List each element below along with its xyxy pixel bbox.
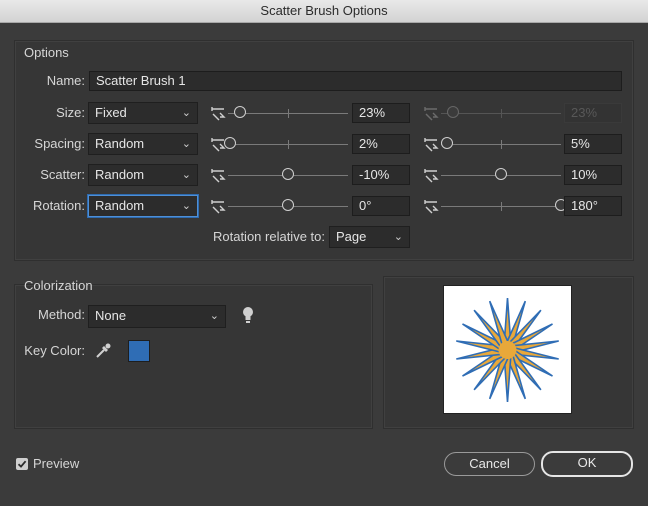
rotation-slider-1[interactable]: [228, 199, 348, 213]
method-label: Method:: [38, 307, 85, 322]
slider-knob[interactable]: [234, 106, 246, 118]
chevron-down-icon: ⌄: [393, 231, 403, 243]
scatter-star-art: [456, 297, 559, 403]
rotation-method-select[interactable]: Random ⌄: [88, 195, 198, 217]
spacing-value-2[interactable]: 5%: [564, 134, 622, 154]
cancel-button[interactable]: Cancel: [444, 452, 535, 476]
size-value-2: 23%: [564, 103, 622, 123]
name-label: Name:: [46, 73, 85, 88]
slider-knob: [447, 106, 459, 118]
pressure-icon[interactable]: [210, 167, 226, 183]
chevron-down-icon: ⌄: [181, 200, 191, 212]
method-select[interactable]: None ⌄: [88, 305, 226, 328]
colorization-section-title: Colorization: [24, 278, 93, 293]
rotation-value-1[interactable]: 0°: [352, 196, 410, 216]
size-method-value: Fixed: [95, 105, 127, 120]
name-field[interactable]: Scatter Brush 1: [89, 71, 622, 91]
slider-knob[interactable]: [224, 137, 237, 149]
pressure-icon[interactable]: [423, 136, 439, 152]
lightbulb-icon[interactable]: [241, 306, 255, 324]
rotation-relative-label: Rotation relative to:: [212, 229, 325, 244]
scatter-method-select[interactable]: Random ⌄: [88, 164, 198, 186]
slider-knob[interactable]: [282, 199, 294, 211]
chevron-down-icon: ⌄: [181, 138, 191, 150]
pressure-icon[interactable]: [423, 105, 439, 121]
spacing-slider-1[interactable]: [224, 137, 348, 151]
spacing-slider-2[interactable]: [441, 137, 561, 151]
pressure-icon[interactable]: [210, 198, 226, 214]
rotation-relative-select[interactable]: Page ⌄: [329, 226, 410, 248]
slider-tick: [288, 140, 289, 149]
key-color-label: Key Color:: [24, 343, 85, 358]
slider-tick: [501, 140, 502, 149]
rotation-slider-2[interactable]: [441, 199, 567, 213]
rotation-label: Rotation:: [32, 198, 85, 213]
scatter-label: Scatter:: [40, 167, 85, 182]
pressure-icon[interactable]: [423, 198, 439, 214]
pressure-icon[interactable]: [423, 167, 439, 183]
checkmark-icon: [17, 460, 27, 468]
preview-label: Preview: [33, 456, 80, 471]
chevron-down-icon: ⌄: [181, 107, 191, 119]
preview-checkbox[interactable]: [16, 458, 28, 470]
options-section-title: Options: [24, 45, 69, 60]
rotation-relative-value: Page: [336, 229, 367, 244]
preview-canvas: [443, 285, 572, 414]
ok-button[interactable]: OK: [541, 451, 633, 477]
slider-knob[interactable]: [282, 168, 294, 180]
slider-knob[interactable]: [441, 137, 453, 149]
chevron-down-icon: ⌄: [209, 310, 219, 322]
spacing-method-value: Random: [95, 136, 145, 151]
scatter-value-1[interactable]: -10%: [352, 165, 410, 185]
scatter-slider-2[interactable]: [441, 168, 561, 182]
spacing-label: Spacing:: [34, 136, 85, 151]
slider-tick: [501, 109, 502, 118]
rotation-value-2[interactable]: 180°: [564, 196, 622, 216]
spacing-value-1[interactable]: 2%: [352, 134, 410, 154]
window-title: Scatter Brush Options: [260, 3, 388, 18]
slider-tick: [288, 109, 289, 118]
spacing-method-select[interactable]: Random ⌄: [88, 133, 198, 155]
scatter-value-2[interactable]: 10%: [564, 165, 622, 185]
eyedropper-icon[interactable]: [94, 342, 112, 360]
window-titlebar: Scatter Brush Options: [0, 0, 648, 23]
scatter-slider-1[interactable]: [228, 168, 348, 182]
rotation-method-value: Random: [95, 198, 145, 213]
size-slider-2: [441, 106, 561, 120]
star-core: [498, 341, 517, 359]
size-label: Size:: [56, 105, 85, 120]
size-method-select[interactable]: Fixed ⌄: [88, 102, 198, 124]
pressure-icon[interactable]: [210, 105, 226, 121]
slider-tick: [501, 202, 502, 211]
method-value: None: [95, 308, 127, 323]
slider-knob[interactable]: [495, 168, 507, 180]
size-slider-1[interactable]: [228, 106, 348, 120]
scatter-method-value: Random: [95, 167, 145, 182]
chevron-down-icon: ⌄: [181, 169, 191, 181]
size-value-1[interactable]: 23%: [352, 103, 410, 123]
key-color-swatch[interactable]: [128, 340, 150, 362]
